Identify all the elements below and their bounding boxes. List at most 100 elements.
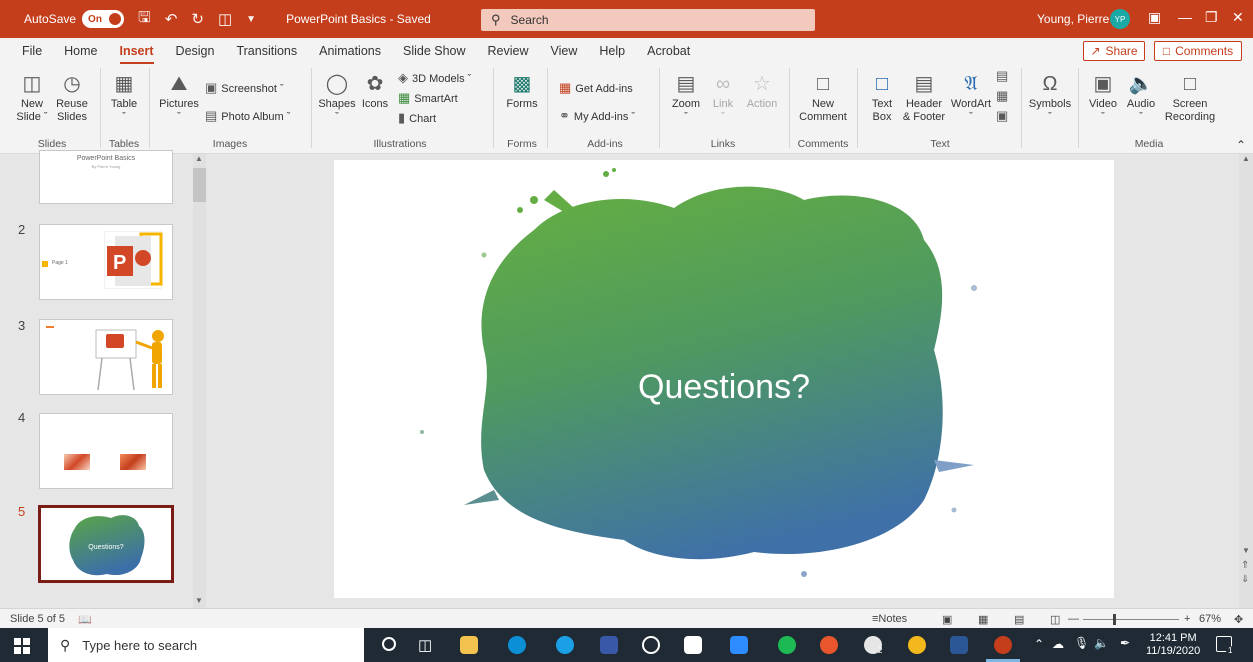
3d-models-button[interactable]: ◈ 3D Models ˇ — [398, 70, 471, 86]
chatgpt-icon[interactable] — [642, 636, 660, 654]
reuse-slides-button[interactable]: ◷ Reuse Slides — [54, 72, 90, 124]
present-icon[interactable]: ◫ — [218, 10, 232, 28]
slide-title[interactable]: Questions? — [334, 368, 1114, 407]
volume-icon[interactable]: 🔈 — [1094, 637, 1109, 650]
tab-design[interactable]: Design — [176, 44, 215, 58]
icons-button[interactable]: ✿ Icons — [360, 72, 390, 111]
forms-button[interactable]: ▩ Forms — [503, 72, 541, 111]
tab-help[interactable]: Help — [599, 44, 625, 58]
accessibility-icon[interactable]: 📖 — [78, 613, 92, 626]
tab-acrobat[interactable]: Acrobat — [647, 44, 690, 58]
share-button[interactable]: ↗ Share — [1083, 41, 1145, 61]
slide-thumbnail-3[interactable] — [39, 319, 173, 395]
clock[interactable]: 12:41 PM 11/19/2020 — [1146, 632, 1200, 658]
action-button[interactable]: ☆ Action — [744, 72, 780, 111]
restore-icon[interactable]: ❐ — [1205, 9, 1218, 26]
search-box[interactable]: ⚲ Search — [481, 9, 815, 31]
tab-slide-show[interactable]: Slide Show — [403, 44, 466, 58]
thumbnail-scrollbar[interactable] — [193, 154, 206, 608]
slide-scrollbar[interactable]: ▲ ▼ ⇑ ⇓ — [1239, 154, 1253, 608]
tab-view[interactable]: View — [551, 44, 578, 58]
edge-icon[interactable] — [508, 636, 526, 654]
avatar[interactable]: YP — [1110, 9, 1130, 29]
link-button[interactable]: ∞ Link ˇ — [708, 72, 738, 124]
microphone-icon[interactable]: 🎙 — [1074, 637, 1089, 650]
new-slide-button[interactable]: ◫ New Slide ˇ — [14, 72, 50, 124]
slide-thumbnail-1[interactable]: PowerPoint Basics By Pierre Young — [39, 150, 173, 204]
recorder-app-icon[interactable] — [820, 636, 838, 654]
slide-thumbnail-5[interactable]: Questions? — [38, 505, 174, 583]
zoom-slider[interactable] — [1083, 614, 1179, 625]
zoom-in-button[interactable]: + — [1184, 613, 1190, 625]
my-addins-button[interactable]: ⚭ My Add-ins ˇ — [559, 108, 635, 124]
symbols-button[interactable]: Ω Symbols ˇ — [1028, 72, 1072, 124]
screen-recording-button[interactable]: □ Screen Recording — [1162, 72, 1218, 124]
wordart-button[interactable]: 𝔄 WordArt ˇ — [950, 72, 992, 124]
table-button[interactable]: ▦ Table ˇ — [106, 72, 142, 124]
tab-review[interactable]: Review — [488, 44, 529, 58]
zoom-level[interactable]: 67% — [1199, 613, 1221, 625]
tab-insert[interactable]: Insert — [119, 44, 154, 64]
slide-number-icon[interactable]: ▦ — [996, 88, 1012, 104]
fit-to-window-icon[interactable]: ✥ — [1234, 613, 1243, 626]
chart-button[interactable]: ▮ Chart — [398, 110, 436, 126]
powerpoint-icon[interactable] — [994, 636, 1012, 654]
scroll-up-arrow-icon[interactable]: ▲ — [195, 154, 203, 163]
photo-album-button[interactable]: ▤ Photo Album ˇ — [205, 108, 290, 124]
onedrive-icon[interactable]: ☁ — [1052, 638, 1064, 651]
autosave-toggle[interactable]: On — [82, 10, 125, 28]
redo-icon[interactable]: ↻ — [191, 10, 204, 28]
messaging-app-icon[interactable] — [600, 636, 618, 654]
cortana-icon[interactable] — [382, 637, 396, 651]
text-box-button[interactable]: □ Text Box — [866, 72, 898, 124]
slide-sorter-icon[interactable]: ▦ — [978, 613, 988, 626]
tab-animations[interactable]: Animations — [319, 44, 381, 58]
store-icon[interactable] — [684, 636, 702, 654]
show-hidden-icons[interactable]: ⌃ — [1034, 638, 1044, 651]
file-explorer-icon[interactable] — [460, 636, 478, 654]
previous-slide-icon[interactable]: ⇑ — [1241, 560, 1249, 571]
notes-button[interactable]: ≡Notes — [872, 613, 907, 625]
thumbnail-scroll-thumb[interactable] — [193, 168, 206, 202]
header-footer-button[interactable]: ▤ Header & Footer — [900, 72, 948, 124]
smartart-button[interactable]: ▦ SmartArt — [398, 90, 458, 106]
save-icon[interactable]: 🖫 — [138, 7, 151, 32]
zoom-out-button[interactable]: — — [1068, 613, 1079, 625]
windows-start-icon[interactable] — [14, 638, 30, 654]
user-name[interactable]: Young, Pierre — [1037, 12, 1109, 26]
chrome-icon[interactable] — [908, 636, 926, 654]
taskbar-search[interactable]: ⚲ Type here to search — [48, 628, 364, 662]
skype-icon[interactable] — [556, 636, 574, 654]
undo-icon[interactable]: ↶ — [165, 10, 178, 28]
zoom-slider-thumb[interactable] — [1113, 614, 1116, 625]
zoom-app-icon[interactable] — [730, 636, 748, 654]
comments-button[interactable]: □ Comments — [1154, 41, 1242, 61]
next-slide-icon[interactable]: ⇓ — [1241, 574, 1249, 585]
word-icon[interactable] — [950, 636, 968, 654]
close-icon[interactable]: ✕ — [1232, 9, 1244, 26]
current-slide[interactable]: Questions? — [334, 160, 1114, 598]
shapes-button[interactable]: ◯ Shapes ˇ — [318, 72, 356, 124]
slide-thumbnail-4[interactable] — [39, 413, 173, 489]
slide-thumbnail-2[interactable]: Page 1 P — [39, 224, 173, 300]
audio-button[interactable]: 🔈 Audio ˇ — [1124, 72, 1158, 124]
ribbon-display-icon[interactable]: ▣ — [1148, 9, 1161, 26]
tab-file[interactable]: File — [22, 44, 42, 58]
object-icon[interactable]: ▣ — [996, 108, 1012, 124]
document-title[interactable]: PowerPoint Basics - Saved — [286, 12, 431, 26]
spotify-icon[interactable] — [778, 636, 796, 654]
pictures-button[interactable]: ⛰ Pictures ˇ — [157, 72, 201, 124]
normal-view-icon[interactable]: ▣ — [942, 613, 952, 626]
scroll-down-arrow-icon[interactable]: ▼ — [195, 596, 203, 605]
scroll-down-icon[interactable]: ▼ — [1242, 546, 1250, 555]
scroll-up-icon[interactable]: ▲ — [1242, 154, 1250, 163]
new-comment-button[interactable]: □ New Comment — [796, 72, 850, 124]
slideshow-icon[interactable]: ◫ — [1050, 613, 1060, 626]
reading-view-icon[interactable]: ▤ — [1014, 613, 1024, 626]
pen-icon[interactable]: ✒ — [1120, 637, 1130, 650]
tab-home[interactable]: Home — [64, 44, 97, 58]
tab-transitions[interactable]: Transitions — [236, 44, 297, 58]
zoom-button[interactable]: ▤ Zoom ˇ — [668, 72, 704, 124]
video-button[interactable]: ▣ Video ˇ — [1086, 72, 1120, 124]
get-addins-button[interactable]: ▦ Get Add-ins — [559, 80, 633, 96]
